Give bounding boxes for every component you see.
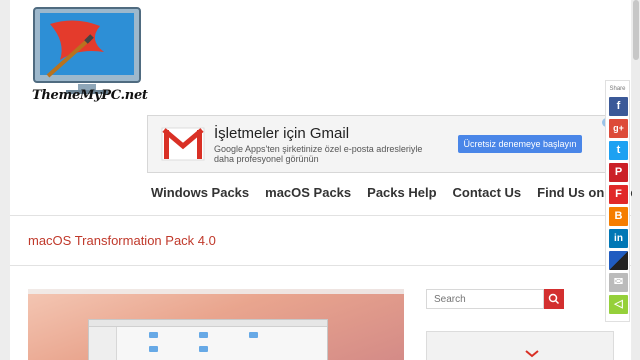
main-content bbox=[10, 267, 631, 360]
preview-finder-window bbox=[88, 319, 328, 360]
nav-item-packs-help[interactable]: Packs Help bbox=[367, 185, 436, 200]
search-input[interactable] bbox=[426, 289, 544, 309]
share-label: Share bbox=[609, 86, 626, 92]
search-icon bbox=[548, 293, 560, 305]
sharethis-share-icon[interactable]: ◁ bbox=[609, 295, 628, 314]
ad-cta-button[interactable]: Ücretsiz denemeye başlayın bbox=[458, 135, 582, 153]
page: ThemeMyPC.net İşletmeler için Gmail Goog… bbox=[10, 0, 640, 360]
preview-toolbar bbox=[89, 320, 327, 327]
google-plus-share-icon[interactable]: g+ bbox=[609, 119, 628, 138]
pinterest-share-icon[interactable]: P bbox=[609, 163, 628, 182]
scrollbar[interactable] bbox=[632, 0, 640, 360]
search-button[interactable] bbox=[544, 289, 564, 309]
site-header: ThemeMyPC.net İşletmeler için Gmail Goog… bbox=[10, 0, 640, 215]
logo-text: ThemeMyPC.net bbox=[32, 88, 148, 103]
preview-screenshot[interactable] bbox=[28, 289, 404, 360]
ad-banner[interactable]: İşletmeler için Gmail Google Apps'ten şi… bbox=[147, 115, 615, 173]
twitter-share-icon[interactable]: t bbox=[609, 141, 628, 160]
folder-icon bbox=[149, 346, 158, 352]
email-share-icon[interactable]: ✉ bbox=[609, 273, 628, 292]
folder-icon bbox=[149, 332, 158, 338]
share-bar: Share f g+ t P F B in ✉ ◁ bbox=[605, 80, 630, 322]
flipboard-share-icon[interactable]: F bbox=[609, 185, 628, 204]
gmail-icon bbox=[161, 127, 205, 161]
linkedin-share-icon[interactable]: in bbox=[609, 229, 628, 248]
page-title: macOS Transformation Pack 4.0 bbox=[28, 233, 216, 248]
blogger-share-icon[interactable]: B bbox=[609, 207, 628, 226]
folder-icon bbox=[199, 346, 208, 352]
delicious-share-icon[interactable] bbox=[609, 251, 628, 270]
nav-item-windows-packs[interactable]: Windows Packs bbox=[151, 185, 249, 200]
folder-icon bbox=[199, 332, 208, 338]
ad-description: Google Apps'ten şirketinize özel e-posta… bbox=[214, 144, 423, 164]
main-nav: Windows Packs macOS Packs Packs Help Con… bbox=[151, 185, 640, 200]
preview-menubar bbox=[28, 289, 404, 294]
facebook-share-icon[interactable]: f bbox=[609, 97, 628, 116]
title-bar: macOS Transformation Pack 4.0 bbox=[10, 216, 631, 266]
sidebar-ad-widget[interactable] bbox=[426, 331, 614, 360]
gmail-icon bbox=[525, 350, 539, 358]
folder-icon bbox=[249, 332, 258, 338]
nav-item-contact-us[interactable]: Contact Us bbox=[453, 185, 522, 200]
scrollbar-thumb[interactable] bbox=[633, 0, 639, 60]
preview-sidebar bbox=[89, 327, 117, 360]
ad-title: İşletmeler için Gmail bbox=[214, 125, 350, 142]
nav-item-macos-packs[interactable]: macOS Packs bbox=[265, 185, 351, 200]
